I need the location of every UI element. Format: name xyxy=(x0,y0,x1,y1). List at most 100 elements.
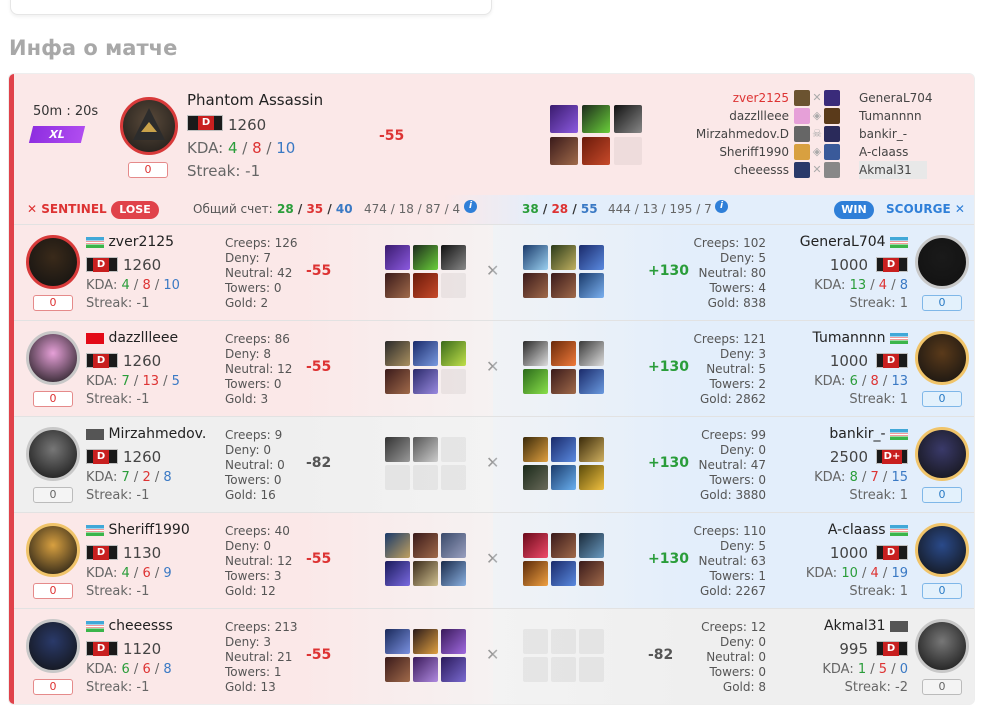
item-icon[interactable] xyxy=(579,369,604,394)
player-hero-avatar[interactable] xyxy=(26,331,80,385)
item-icon[interactable] xyxy=(413,533,438,558)
item-icon[interactable] xyxy=(551,465,576,490)
item-icon[interactable] xyxy=(385,657,410,682)
item-icon[interactable] xyxy=(413,245,438,270)
item-icon[interactable] xyxy=(441,533,466,558)
player-link[interactable]: GeneraL704 xyxy=(859,89,933,107)
player-hero-avatar[interactable] xyxy=(26,427,80,481)
item-icon[interactable] xyxy=(551,369,576,394)
item-icon[interactable] xyxy=(441,629,466,654)
empty-item-slot xyxy=(523,657,548,682)
item-icon[interactable] xyxy=(551,561,576,586)
player-hero-avatar[interactable] xyxy=(915,619,969,673)
item-icon[interactable] xyxy=(413,561,438,586)
item-icon[interactable] xyxy=(523,341,548,366)
item-icon[interactable] xyxy=(413,341,438,366)
item-icon[interactable] xyxy=(441,657,466,682)
crossed-swords-icon: ✕ xyxy=(954,202,965,216)
player-link[interactable]: A-claass xyxy=(859,143,908,161)
player-name[interactable]: Tumannnn xyxy=(813,330,908,346)
empty-item-slot xyxy=(441,465,466,490)
item-icon[interactable] xyxy=(441,245,466,270)
player-row: 0 zver2125 D 1260 KDA: 4 / 8 / 10 Streak… xyxy=(9,224,974,321)
mmr-delta: -55 xyxy=(306,263,332,279)
player-name[interactable]: GeneraL704 xyxy=(800,234,908,250)
item-icon[interactable] xyxy=(582,137,610,165)
item-icon[interactable] xyxy=(413,273,438,298)
hero-avatar[interactable] xyxy=(120,97,178,155)
player-hero-avatar[interactable] xyxy=(915,523,969,577)
player-link[interactable]: cheeesss xyxy=(734,161,789,179)
player-name[interactable]: Akmal31 xyxy=(824,618,908,634)
player-hero-avatar[interactable] xyxy=(26,619,80,673)
item-icon[interactable] xyxy=(441,561,466,586)
item-icon[interactable] xyxy=(441,341,466,366)
item-icon[interactable] xyxy=(385,341,410,366)
item-icon[interactable] xyxy=(523,533,548,558)
player-name[interactable]: bankir_- xyxy=(829,426,908,442)
info-icon[interactable]: i xyxy=(715,200,728,213)
player-link[interactable]: bankir_- xyxy=(859,125,907,143)
player-link[interactable]: zver2125 xyxy=(733,89,789,107)
player-link[interactable]: Tumannnn xyxy=(859,107,922,125)
item-icon[interactable] xyxy=(385,437,410,462)
player-name[interactable]: dazzllleee xyxy=(86,330,178,346)
item-icon[interactable] xyxy=(385,561,410,586)
player-link[interactable]: Mirzahmedov.D xyxy=(696,125,789,143)
item-icon[interactable] xyxy=(385,369,410,394)
player-name[interactable]: zver2125 xyxy=(86,234,174,250)
kda: KDA: 4 / 8 / 10 xyxy=(86,278,180,293)
player-name[interactable]: Mirzahmedov. xyxy=(86,426,206,442)
item-icon[interactable] xyxy=(579,465,604,490)
item-icon[interactable] xyxy=(523,437,548,462)
player-name[interactable]: cheeesss xyxy=(86,618,173,634)
player-link[interactable]: dazzllleee xyxy=(729,107,789,125)
item-icon[interactable] xyxy=(385,273,410,298)
player-hero-avatar[interactable] xyxy=(915,331,969,385)
item-icon[interactable] xyxy=(523,245,548,270)
item-icon[interactable] xyxy=(579,533,604,558)
item-icon[interactable] xyxy=(413,369,438,394)
player-hero-avatar[interactable] xyxy=(26,235,80,289)
item-icon[interactable] xyxy=(551,437,576,462)
kda: KDA: 13 / 4 / 8 xyxy=(814,278,908,293)
player-name[interactable]: A-claass xyxy=(828,522,908,538)
zero-badge: 0 xyxy=(33,487,73,503)
item-icon[interactable] xyxy=(579,341,604,366)
item-icon[interactable] xyxy=(413,629,438,654)
item-icon[interactable] xyxy=(385,245,410,270)
item-icon[interactable] xyxy=(579,561,604,586)
section-title: Инфа о матче xyxy=(9,36,178,60)
mmr-delta: -55 xyxy=(306,647,332,663)
item-icon[interactable] xyxy=(413,657,438,682)
item-icon[interactable] xyxy=(582,105,610,133)
item-icon[interactable] xyxy=(579,245,604,270)
item-icon[interactable] xyxy=(523,369,548,394)
item-icon[interactable] xyxy=(551,245,576,270)
kda: KDA: 4 / 6 / 9 xyxy=(86,566,172,581)
player-hero-avatar[interactable] xyxy=(915,235,969,289)
player-hero-avatar[interactable] xyxy=(915,427,969,481)
player-stats: Creeps: 9 Deny: 0 Neutral: 0 Towers: 0 G… xyxy=(225,428,285,502)
item-icon[interactable] xyxy=(523,273,548,298)
streak: Streak: -1 xyxy=(187,162,261,180)
item-icon[interactable] xyxy=(579,273,604,298)
item-icon[interactable] xyxy=(614,105,642,133)
player-link[interactable]: Sheriff1990 xyxy=(719,143,789,161)
empty-item-slot xyxy=(385,465,410,490)
player-name[interactable]: Sheriff1990 xyxy=(86,522,190,538)
item-icon[interactable] xyxy=(385,533,410,558)
info-icon[interactable]: i xyxy=(464,200,477,213)
item-icon[interactable] xyxy=(551,533,576,558)
item-icon[interactable] xyxy=(550,105,578,133)
item-icon[interactable] xyxy=(413,437,438,462)
item-icon[interactable] xyxy=(550,137,578,165)
item-icon[interactable] xyxy=(551,341,576,366)
player-hero-avatar[interactable] xyxy=(26,523,80,577)
item-icon[interactable] xyxy=(551,273,576,298)
item-icon[interactable] xyxy=(579,437,604,462)
item-icon[interactable] xyxy=(523,465,548,490)
item-icon[interactable] xyxy=(523,561,548,586)
item-icon[interactable] xyxy=(385,629,410,654)
player-link[interactable]: Akmal31 xyxy=(859,161,912,179)
